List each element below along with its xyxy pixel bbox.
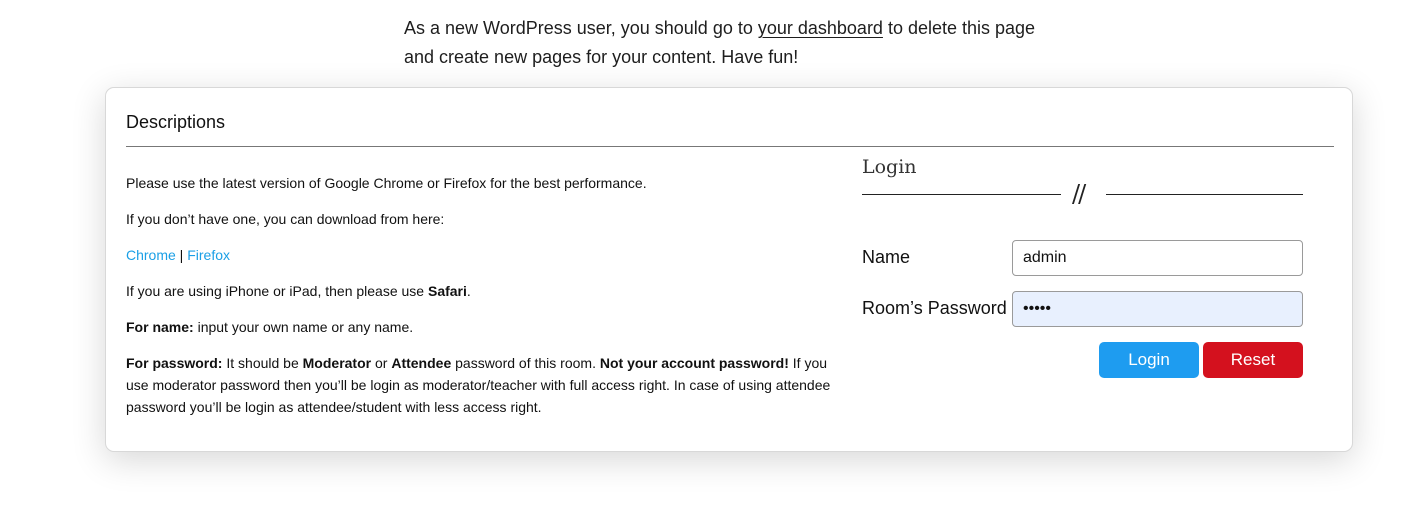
- login-separator-left: [862, 194, 1061, 195]
- password-hint-text: password of this room.: [451, 355, 600, 371]
- download-links: Chrome | Firefox: [126, 244, 836, 266]
- chrome-link[interactable]: Chrome: [126, 247, 176, 263]
- browser-recommendation: Please use the latest version of Google …: [126, 175, 647, 191]
- card-divider: [126, 146, 1334, 147]
- password-hint-label: For password:: [126, 355, 223, 371]
- login-separator-right: [1106, 194, 1303, 195]
- login-card: Descriptions Please use the latest versi…: [105, 87, 1353, 452]
- password-input[interactable]: [1012, 291, 1303, 327]
- password-hint-text: It should be: [222, 355, 303, 371]
- link-separator: |: [175, 247, 188, 263]
- name-label: Name: [862, 247, 911, 267]
- moderator-label: Moderator: [302, 355, 372, 371]
- dashboard-link[interactable]: your dashboard: [758, 18, 883, 38]
- firefox-link[interactable]: Firefox: [187, 247, 230, 263]
- login-title: Login: [862, 156, 917, 178]
- reset-button[interactable]: Reset: [1203, 342, 1303, 378]
- safari-label: Safari: [427, 283, 467, 299]
- name-input[interactable]: [1012, 240, 1303, 276]
- login-separator-mark: //: [1072, 180, 1086, 208]
- ios-hint: If you are using iPhone or iPad, then pl…: [126, 280, 836, 302]
- ios-text: If you are using iPhone or iPad, then pl…: [126, 283, 428, 299]
- intro-paragraph: As a new WordPress user, you should go t…: [404, 14, 1064, 72]
- name-hint: For name: input your own name or any nam…: [126, 316, 836, 338]
- attendee-label: Attendee: [391, 355, 452, 371]
- not-account-password-warning: Not your account password!: [599, 355, 789, 371]
- login-button[interactable]: Login: [1099, 342, 1199, 378]
- ios-text-end: .: [466, 283, 471, 299]
- download-hint: If you don’t have one, you can download …: [126, 211, 445, 227]
- name-hint-label: For name:: [126, 319, 194, 335]
- intro-text-before: As a new WordPress user, you should go t…: [404, 18, 758, 38]
- name-hint-text: input your own name or any name.: [193, 319, 414, 335]
- password-hint: For password: It should be Moderator or …: [126, 352, 836, 418]
- password-label: Room’s Password: [862, 298, 1007, 318]
- password-hint-text: or: [371, 355, 392, 371]
- descriptions-panel: Please use the latest version of Google …: [126, 172, 836, 432]
- card-title: Descriptions: [126, 112, 226, 132]
